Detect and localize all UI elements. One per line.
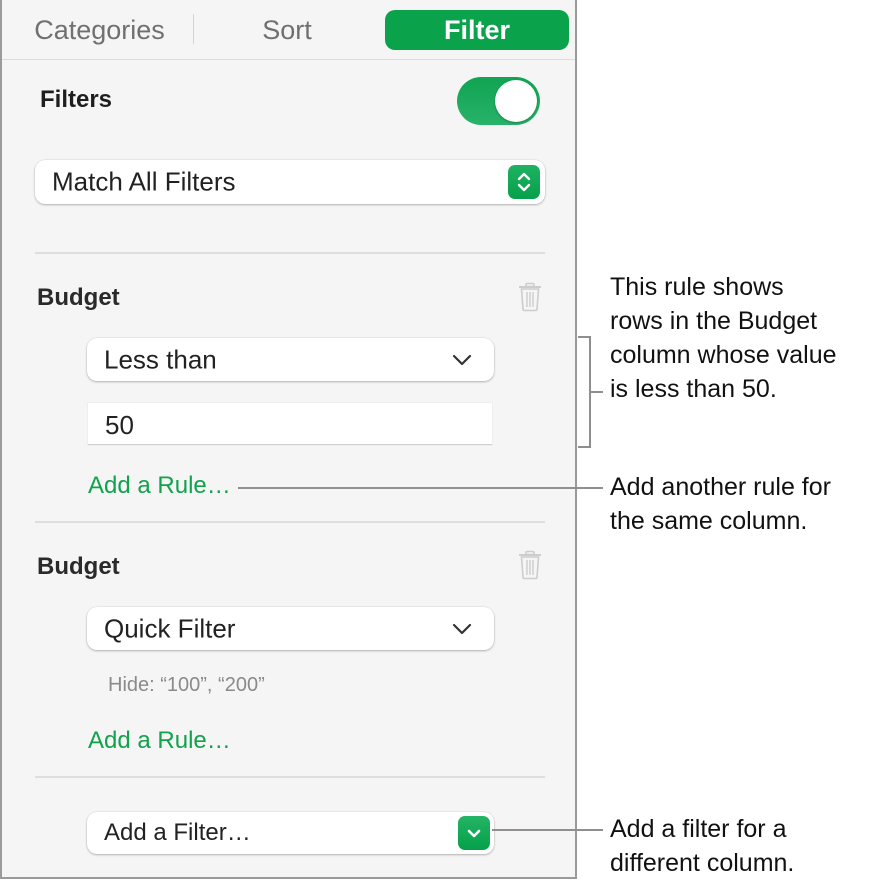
callout-bracket-tick <box>591 391 603 393</box>
callout-add-filter: Add a filter for a different column. <box>610 812 794 880</box>
callout-line-text: column whose value <box>610 341 837 369</box>
add-rule-link[interactable]: Add a Rule… <box>88 727 231 755</box>
tab-categories[interactable]: Categories <box>22 10 177 50</box>
chevron-down-icon <box>452 623 472 634</box>
add-filter-popup[interactable]: Add a Filter… <box>87 812 494 854</box>
trash-icon[interactable] <box>517 550 543 585</box>
section-divider <box>35 776 545 778</box>
tab-separator <box>193 14 194 44</box>
section-divider <box>35 252 545 254</box>
callout-bracket-bottom <box>578 446 591 448</box>
callout-line-text: different column. <box>610 849 795 877</box>
match-mode-value: Match All Filters <box>52 166 236 197</box>
callout-line-text: is less than 50. <box>610 375 777 403</box>
filter-column-title: Budget <box>37 553 120 580</box>
callout-line-text: Add a filter for a <box>610 815 787 843</box>
rule-value-input[interactable]: 50 <box>88 403 492 445</box>
callout-line-text: Add another rule for <box>610 473 831 501</box>
quick-filter-summary: Hide: “100”, “200” <box>108 674 265 696</box>
callout-add-rule: Add another rule for the same column. <box>610 470 831 538</box>
tab-bar: Categories Sort Filter <box>2 0 575 60</box>
filter-column-title: Budget <box>37 284 120 311</box>
filters-toggle[interactable] <box>457 77 540 125</box>
callout-line-text: This rule shows <box>610 273 784 301</box>
callout-line-text: the same column. <box>610 507 808 535</box>
chevron-down-icon <box>452 354 472 365</box>
tab-sort[interactable]: Sort <box>202 10 372 50</box>
filters-heading: Filters <box>40 86 113 113</box>
rule-condition-popup[interactable]: Quick Filter <box>87 607 494 650</box>
chevron-down-icon <box>458 816 490 850</box>
match-mode-popup[interactable]: Match All Filters <box>35 160 545 204</box>
callout-leader-add-filter <box>492 829 603 831</box>
tab-filter[interactable]: Filter <box>385 10 569 50</box>
callout-rule-description: This rule shows rows in the Budget colum… <box>610 270 837 406</box>
add-rule-link[interactable]: Add a Rule… <box>88 472 231 500</box>
rule-condition-value: Less than <box>104 344 217 374</box>
trash-icon[interactable] <box>517 282 543 317</box>
callout-leader-add-rule <box>238 487 603 489</box>
toggle-knob <box>495 80 537 122</box>
rule-condition-value: Quick Filter <box>104 613 236 643</box>
section-divider <box>35 521 545 523</box>
rule-condition-popup[interactable]: Less than <box>87 338 494 381</box>
add-filter-label: Add a Filter… <box>104 819 251 846</box>
up-down-stepper-icon <box>508 165 540 199</box>
filter-inspector-panel: Categories Sort Filter Filters Match All… <box>0 0 577 879</box>
callout-line-text: rows in the Budget <box>610 307 818 335</box>
